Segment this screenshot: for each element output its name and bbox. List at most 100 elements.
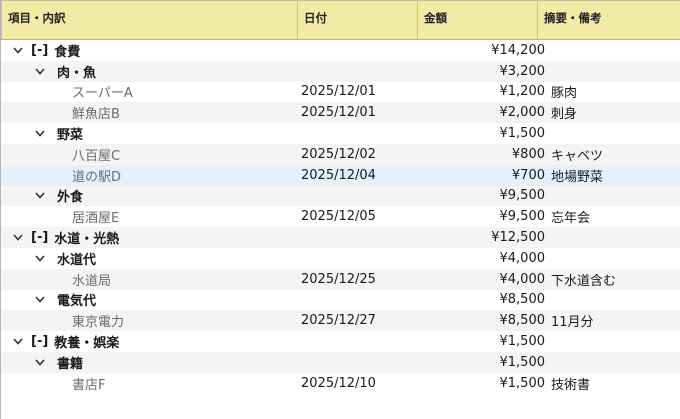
name-cell: 書店F (1, 373, 299, 394)
amount-cell: ¥12,500 (491, 230, 545, 246)
entry-row[interactable]: スーパーA 2025/12/01 ¥1,200 豚肉 (1, 82, 680, 103)
date-cell (299, 290, 419, 311)
date-cell (299, 227, 419, 248)
date-cell: 2025/12/27 (301, 313, 376, 329)
column-header-amount[interactable]: 金額 (418, 0, 538, 39)
memo-cell: キャベツ (551, 148, 604, 164)
date-cell: 2025/12/01 (301, 105, 376, 121)
memo-cell (547, 123, 680, 144)
category-row[interactable]: [-] 食費 ¥14,200 (1, 40, 680, 61)
item-label: 居酒屋E (72, 211, 120, 227)
date-cell (299, 40, 419, 61)
name-cell: スーパーA (1, 82, 299, 103)
chevron-down-icon[interactable] (33, 293, 47, 307)
chevron-down-icon[interactable] (33, 64, 47, 78)
item-label: 野菜 (57, 128, 84, 144)
subcategory-row[interactable]: 電気代 ¥8,500 (1, 290, 680, 311)
collapse-indicator[interactable]: [-] (31, 43, 48, 58)
subcategory-row[interactable]: 外食 ¥9,500 (1, 185, 680, 207)
collapse-indicator[interactable]: [-] (31, 230, 48, 245)
memo-cell: 豚肉 (551, 86, 578, 102)
entry-row[interactable]: 鮮魚店B 2025/12/01 ¥2,000 刺身 (1, 102, 680, 124)
name-cell: 書籍 (1, 352, 299, 373)
name-cell: 肉・魚 (1, 61, 299, 82)
name-cell: [-] 教養・娯楽 (1, 331, 299, 352)
expense-tree-view[interactable]: 項目・内訳 日付 金額 摘要・備考 [-] 食費 ¥14,200 肉・魚 ¥3,200 ス… (0, 0, 680, 419)
entry-row[interactable]: 居酒屋E 2025/12/05 ¥9,500 忘年会 (1, 206, 680, 227)
item-label: 道の駅D (72, 169, 122, 185)
column-header-date[interactable]: 日付 (298, 0, 418, 39)
entry-row[interactable]: 書店F 2025/12/10 ¥1,500 技術書 (1, 373, 680, 394)
name-cell: 野菜 (1, 123, 299, 144)
memo-cell (547, 186, 680, 207)
amount-cell: ¥2,000 (499, 105, 546, 121)
memo-cell (547, 290, 680, 311)
date-cell (299, 61, 419, 82)
chevron-down-icon[interactable] (33, 355, 47, 369)
item-label: 外食 (57, 190, 84, 206)
date-cell: 2025/12/25 (301, 271, 376, 287)
column-header-name[interactable]: 項目・内訳 (1, 0, 298, 39)
amount-cell: ¥14,200 (491, 42, 545, 58)
amount-cell: ¥9,500 (499, 209, 546, 225)
date-cell (299, 186, 419, 207)
name-cell: 鮮魚店B (1, 102, 299, 123)
date-cell (299, 123, 419, 144)
column-header-memo[interactable]: 摘要・備考 (538, 0, 680, 39)
name-cell: 八百屋C (1, 144, 299, 165)
name-cell: 東京電力 (1, 310, 299, 331)
memo-cell (547, 352, 680, 373)
chevron-down-icon[interactable] (33, 189, 47, 203)
chevron-down-icon[interactable] (11, 43, 25, 57)
chevron-down-icon[interactable] (11, 231, 25, 245)
name-cell: 水道代 (1, 248, 299, 269)
memo-cell: 刺身 (551, 107, 578, 123)
item-label: 水道代 (57, 252, 97, 268)
entry-row[interactable]: 八百屋C 2025/12/02 ¥800 キャベツ (1, 143, 680, 165)
item-label: 八百屋C (72, 148, 121, 164)
name-cell: 水道局 (1, 269, 299, 290)
subcategory-row[interactable]: 書籍 ¥1,500 (1, 351, 680, 373)
name-cell: [-] 水道・光熱 (1, 227, 299, 248)
memo-cell: 技術書 (551, 377, 591, 393)
chevron-down-icon[interactable] (11, 335, 25, 349)
amount-cell: ¥4,000 (499, 250, 546, 266)
date-cell: 2025/12/01 (301, 84, 376, 100)
date-cell (299, 352, 419, 373)
name-cell: 道の駅D (1, 165, 299, 186)
subcategory-row[interactable]: 野菜 ¥1,500 (1, 123, 680, 144)
entry-row[interactable]: 道の駅D 2025/12/04 ¥700 地場野菜 (1, 164, 680, 186)
chevron-down-icon[interactable] (33, 127, 47, 141)
category-row[interactable]: [-] 教養・娯楽 ¥1,500 (1, 331, 680, 352)
entry-row[interactable]: 東京電力 2025/12/27 ¥8,500 11月分 (1, 310, 680, 332)
date-cell: 2025/12/05 (301, 209, 376, 225)
chevron-down-icon[interactable] (33, 251, 47, 265)
memo-cell (547, 61, 680, 82)
category-row[interactable]: [-] 水道・光熱 ¥12,500 (1, 227, 680, 248)
item-label: 水道・光熱 (54, 232, 120, 248)
tree-rows: [-] 食費 ¥14,200 肉・魚 ¥3,200 スーパーA 2025/12/01 ¥1,2… (1, 40, 680, 394)
amount-cell: ¥700 (511, 167, 545, 183)
name-cell: 外食 (1, 186, 299, 207)
memo-cell (547, 40, 680, 61)
name-cell: 居酒屋E (1, 206, 299, 227)
item-label: 教養・娯楽 (54, 336, 120, 352)
amount-cell: ¥8,500 (499, 313, 546, 329)
amount-cell: ¥1,500 (499, 334, 546, 350)
item-label: 水道局 (72, 273, 112, 289)
memo-cell: 下水道含む (551, 273, 617, 289)
amount-cell: ¥1,500 (499, 354, 546, 370)
name-cell: [-] 食費 (1, 40, 299, 61)
subcategory-row[interactable]: 水道代 ¥4,000 (1, 248, 680, 269)
entry-row[interactable]: 水道局 2025/12/25 ¥4,000 下水道含む (1, 268, 680, 290)
memo-cell: 地場野菜 (551, 169, 604, 185)
subcategory-row[interactable]: 肉・魚 ¥3,200 (1, 60, 680, 82)
memo-cell: 11月分 (551, 315, 594, 331)
item-label: 肉・魚 (57, 65, 97, 81)
amount-cell: ¥3,200 (499, 63, 546, 79)
collapse-indicator[interactable]: [-] (31, 334, 48, 349)
amount-cell: ¥1,500 (499, 126, 546, 142)
date-cell: 2025/12/02 (301, 146, 376, 162)
date-cell: 2025/12/10 (301, 375, 376, 391)
amount-cell: ¥1,200 (499, 84, 546, 100)
